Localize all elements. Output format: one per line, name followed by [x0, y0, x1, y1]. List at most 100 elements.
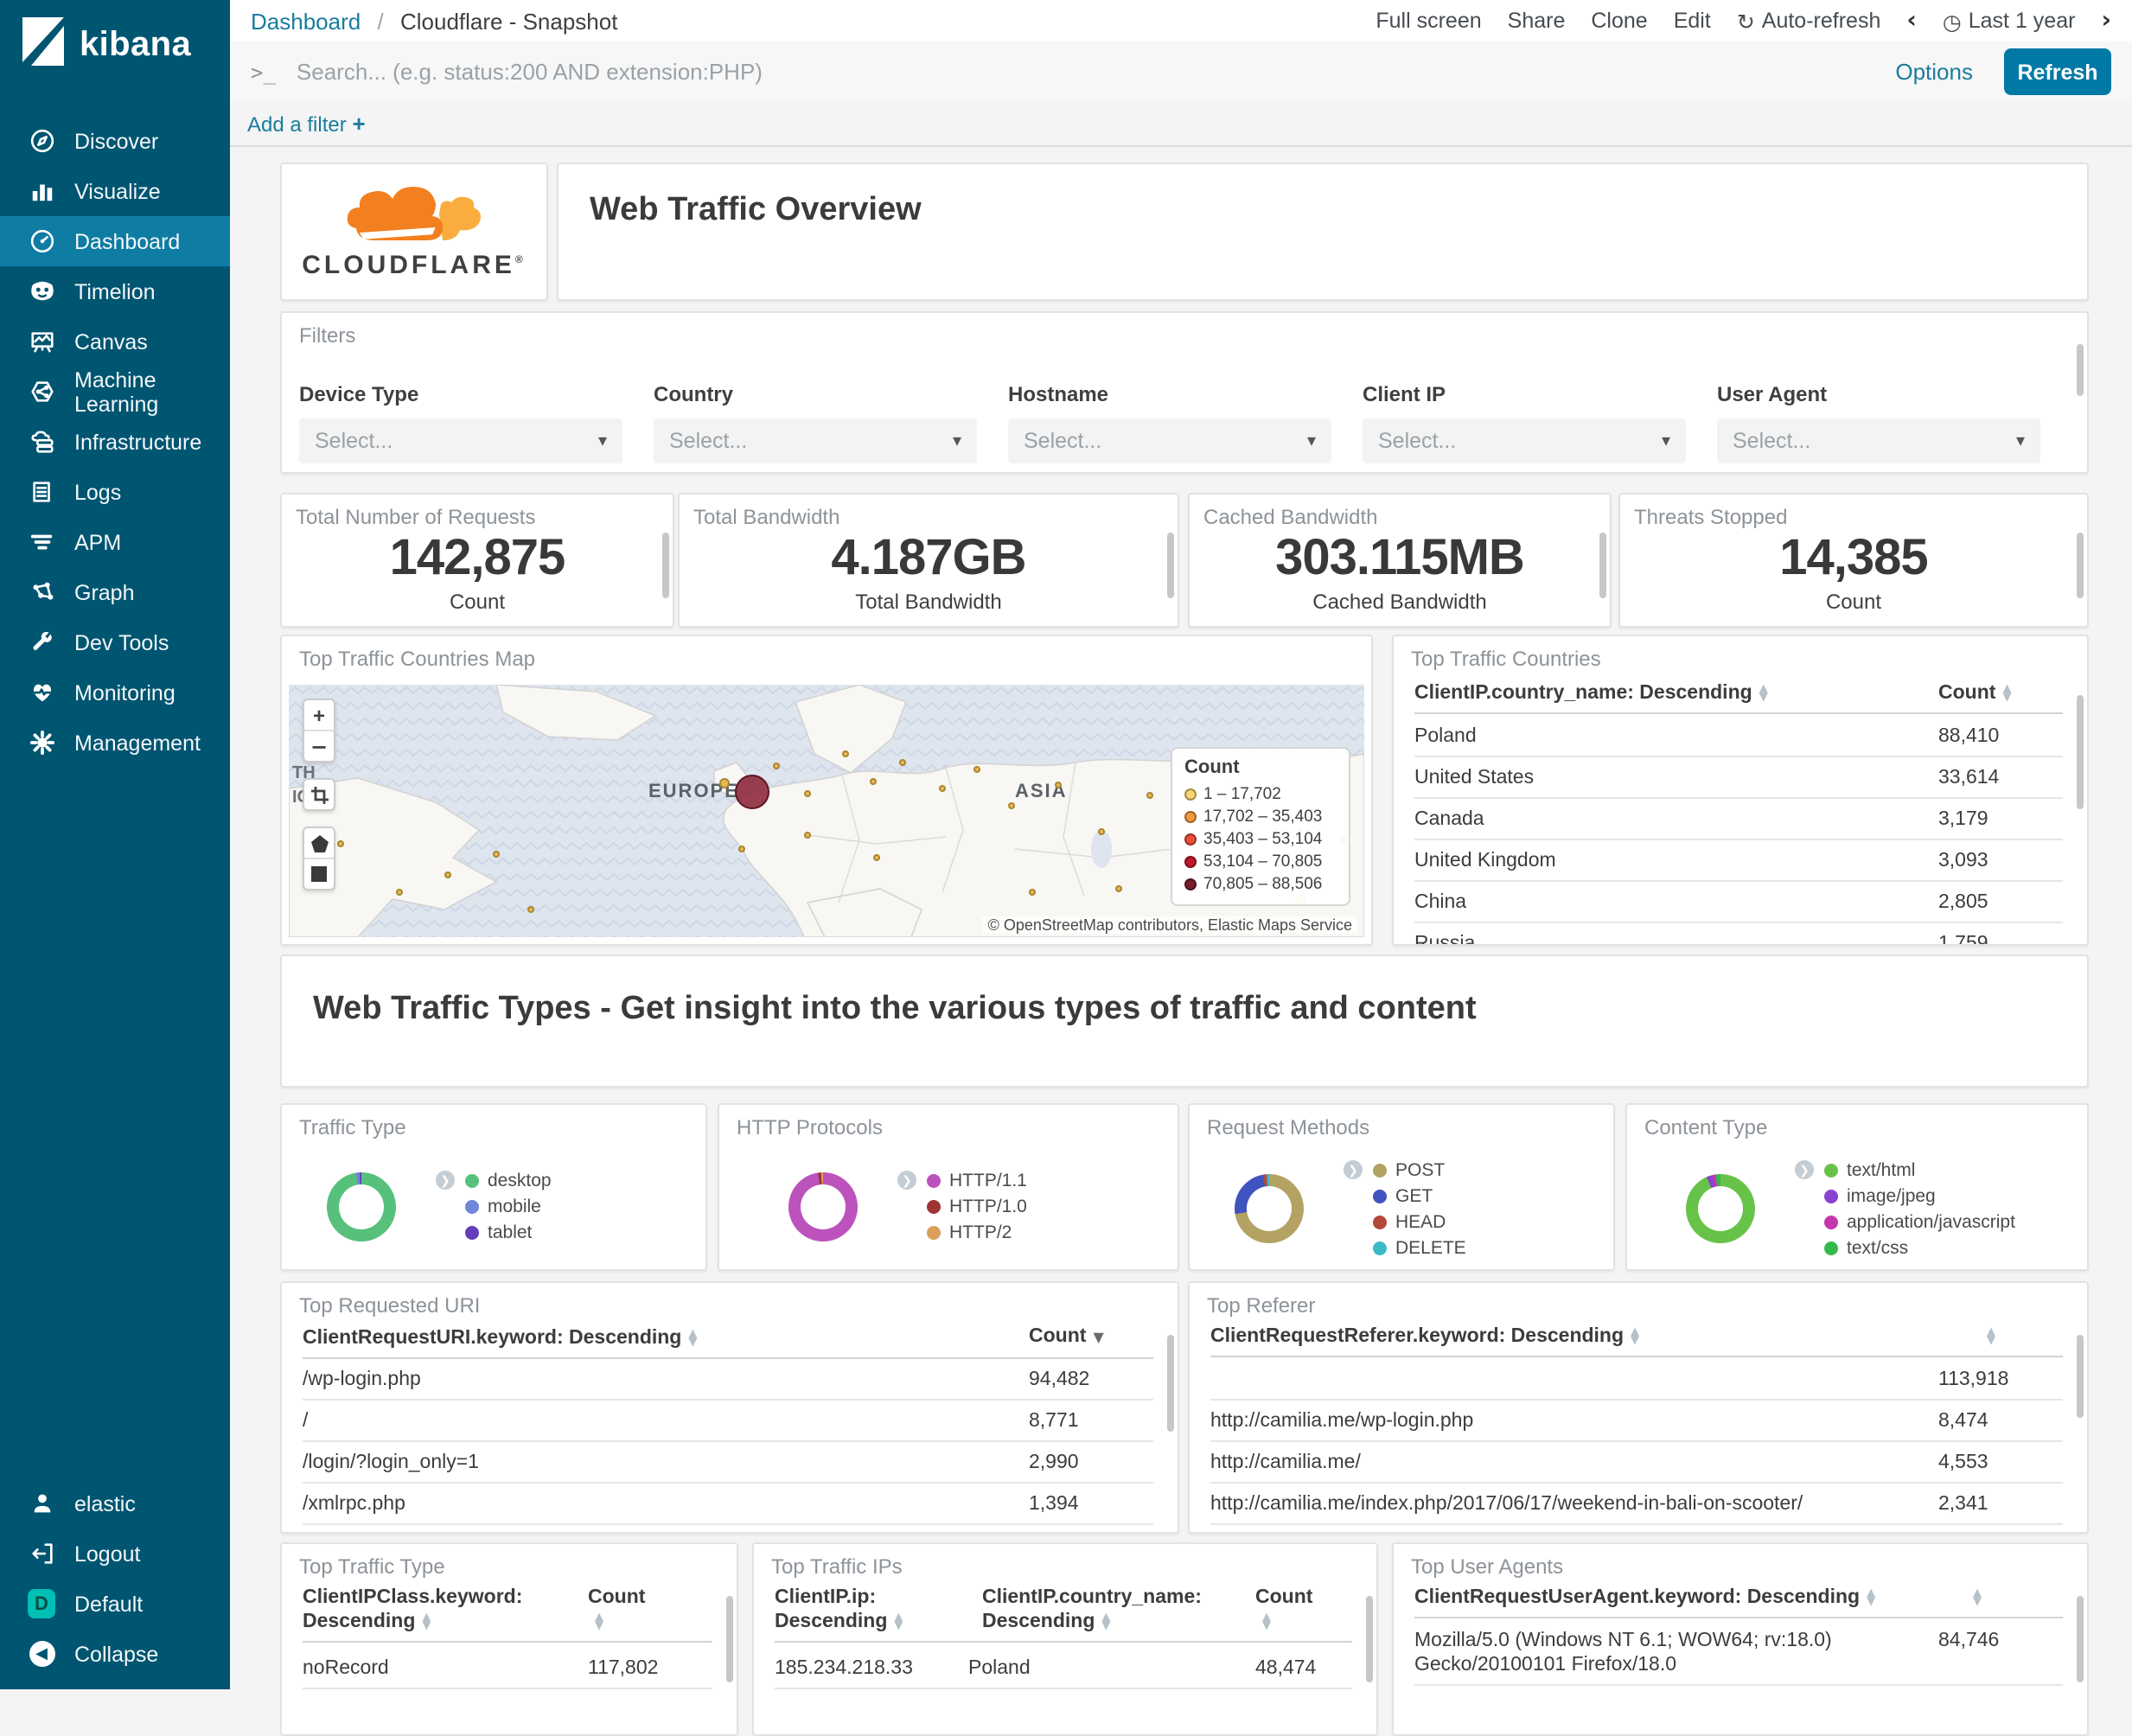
full-screen-button[interactable]: Full screen — [1376, 9, 1481, 33]
map-traffic-dot[interactable] — [939, 785, 946, 792]
sort-header-count[interactable]: Count ▼ — [1029, 1324, 1153, 1350]
metric-value: 4.187GB — [831, 531, 1026, 586]
sort-header-referer[interactable]: ClientRequestReferer.keyword: Descending… — [1210, 1324, 1938, 1349]
time-back-button[interactable]: ‹ — [1906, 7, 1917, 35]
sort-header-count[interactable]: Count ▲ ▼ — [1255, 1586, 1352, 1634]
panel-scrollbar[interactable] — [1167, 533, 1174, 598]
clone-button[interactable]: Clone — [1591, 9, 1647, 33]
map-traffic-dot[interactable] — [1146, 792, 1153, 799]
options-link[interactable]: Options — [1895, 59, 1973, 85]
sidebar-item-machine-learning[interactable]: Machine Learning — [0, 367, 230, 417]
content-type-donut[interactable] — [1686, 1174, 1755, 1243]
device-type-select[interactable]: Select... ▾ — [299, 418, 622, 463]
panel-scrollbar[interactable] — [662, 533, 669, 598]
breadcrumb-dashboard-link[interactable]: Dashboard — [251, 8, 361, 34]
map-traffic-dot[interactable] — [870, 778, 877, 785]
sort-header-count[interactable]: Count ▲ ▼ — [1938, 681, 2063, 705]
map-traffic-dot[interactable] — [1029, 889, 1036, 896]
kibana-logo[interactable]: kibana — [0, 0, 230, 92]
sidebar-item-graph[interactable]: Graph — [0, 567, 230, 617]
map-traffic-dot[interactable] — [719, 778, 730, 788]
panel-scrollbar[interactable] — [2077, 695, 2084, 809]
legend-expand-icon[interactable]: ❯ — [1344, 1160, 1363, 1179]
map-traffic-dot[interactable] — [842, 750, 849, 757]
map-traffic-dot[interactable] — [804, 832, 811, 839]
map-traffic-dot[interactable] — [444, 871, 451, 878]
map-traffic-dot[interactable] — [738, 846, 745, 852]
legend-expand-icon[interactable]: ❯ — [897, 1171, 916, 1190]
panel-scrollbar[interactable] — [2077, 344, 2084, 396]
edit-button[interactable]: Edit — [1674, 9, 1711, 33]
client-ip-select[interactable]: Select... ▾ — [1363, 418, 1686, 463]
sort-header-ip-class[interactable]: ClientIPClass.keyword: Descending ▲ ▼ — [303, 1586, 588, 1634]
sort-header-country[interactable]: ClientIP.country_name: Descending ▲ ▼ — [1414, 681, 1938, 705]
map-traffic-dot[interactable] — [1055, 782, 1062, 788]
sidebar-item-infrastructure[interactable]: Infrastructure — [0, 417, 230, 467]
panel-scrollbar[interactable] — [1366, 1596, 1373, 1682]
sidebar-item-collapse[interactable]: ◀ Collapse — [0, 1629, 230, 1679]
map-canvas[interactable]: TH IC EUROPE ASIA + − Count 1 – 17,702 1… — [289, 685, 1364, 937]
auto-refresh-button[interactable]: ↻ Auto-refresh — [1737, 8, 1881, 34]
add-filter-button[interactable]: Add a filter + — [247, 111, 366, 137]
map-top-country-dot[interactable] — [735, 775, 769, 809]
panel-scrollbar[interactable] — [2077, 1335, 2084, 1418]
legend-dot — [1373, 1241, 1387, 1254]
sidebar-item-canvas[interactable]: Canvas — [0, 316, 230, 367]
panel-scrollbar[interactable] — [726, 1596, 733, 1682]
map-traffic-dot[interactable] — [1115, 885, 1122, 892]
zoom-out-button[interactable]: − — [304, 730, 334, 761]
map-traffic-dot[interactable] — [493, 851, 500, 858]
sort-header-count[interactable]: ▲ ▼ — [1938, 1324, 2063, 1349]
crop-tool-button[interactable] — [304, 780, 334, 809]
sidebar-item-visualize[interactable]: Visualize — [0, 166, 230, 216]
map-traffic-dot[interactable] — [1098, 828, 1105, 835]
sidebar-item-dev-tools[interactable]: Dev Tools — [0, 617, 230, 667]
polygon-tool-button[interactable] — [304, 828, 334, 858]
map-traffic-dot[interactable] — [1008, 802, 1015, 809]
sort-header-country[interactable]: ClientIP.country_name: Descending ▲ ▼ — [982, 1586, 1255, 1634]
http-protocols-donut[interactable] — [788, 1171, 858, 1241]
search-input[interactable] — [292, 57, 1896, 86]
sort-header-user-agent[interactable]: ClientRequestUserAgent.keyword: Descendi… — [1414, 1586, 1938, 1610]
legend-expand-icon[interactable]: ❯ — [1795, 1160, 1814, 1179]
user-agent-select[interactable]: Select... ▾ — [1717, 418, 2040, 463]
sidebar-item-user[interactable]: elastic — [0, 1478, 230, 1529]
hostname-select[interactable]: Select... ▾ — [1008, 418, 1331, 463]
legend-expand-icon[interactable]: ❯ — [436, 1171, 455, 1190]
sidebar-item-space-default[interactable]: D Default — [0, 1579, 230, 1629]
refresh-button[interactable]: Refresh — [2004, 48, 2111, 95]
map-traffic-dot[interactable] — [899, 759, 906, 766]
map-traffic-dot[interactable] — [396, 889, 403, 896]
sort-header-count[interactable]: Count ▲ ▼ — [588, 1586, 712, 1634]
panel-scrollbar[interactable] — [1599, 533, 1606, 598]
share-button[interactable]: Share — [1508, 9, 1566, 33]
sidebar-item-logout[interactable]: Logout — [0, 1529, 230, 1579]
time-forward-button[interactable]: › — [2101, 7, 2111, 35]
map-traffic-dot[interactable] — [973, 766, 980, 773]
map-traffic-dot[interactable] — [873, 854, 880, 861]
sort-header-ip[interactable]: ClientIP.ip: Descending ▲ ▼ — [775, 1586, 982, 1634]
sidebar-item-timelion[interactable]: Timelion — [0, 266, 230, 316]
country-select[interactable]: Select... ▾ — [654, 418, 977, 463]
panel-scrollbar[interactable] — [2077, 1596, 2084, 1682]
time-range-picker[interactable]: ◷ Last 1 year — [1943, 8, 2076, 34]
sidebar-item-management[interactable]: Management — [0, 718, 230, 768]
panel-scrollbar[interactable] — [1167, 1335, 1174, 1432]
request-methods-donut[interactable] — [1235, 1174, 1304, 1243]
sidebar-item-dashboard[interactable]: Dashboard — [0, 216, 230, 266]
map-traffic-dot[interactable] — [804, 790, 811, 797]
map-traffic-dot[interactable] — [773, 763, 780, 769]
rectangle-tool-button[interactable] — [304, 858, 334, 889]
sort-header-count[interactable]: ▲ ▼ — [1938, 1586, 2063, 1610]
traffic-type-donut[interactable] — [327, 1171, 396, 1241]
sidebar-item-logs[interactable]: Logs — [0, 467, 230, 517]
traffic-map-panel: Top Traffic Countries Map TH IC EUROPE A… — [280, 635, 1373, 946]
zoom-in-button[interactable]: + — [304, 700, 334, 730]
sidebar-item-apm[interactable]: APM — [0, 517, 230, 567]
sort-header-uri[interactable]: ClientRequestURI.keyword: Descending ▲ ▼ — [303, 1326, 1029, 1350]
panel-scrollbar[interactable] — [2077, 533, 2084, 598]
sidebar-item-monitoring[interactable]: Monitoring — [0, 667, 230, 718]
map-traffic-dot[interactable] — [527, 906, 534, 913]
map-traffic-dot[interactable] — [337, 840, 344, 847]
sidebar-item-discover[interactable]: Discover — [0, 116, 230, 166]
